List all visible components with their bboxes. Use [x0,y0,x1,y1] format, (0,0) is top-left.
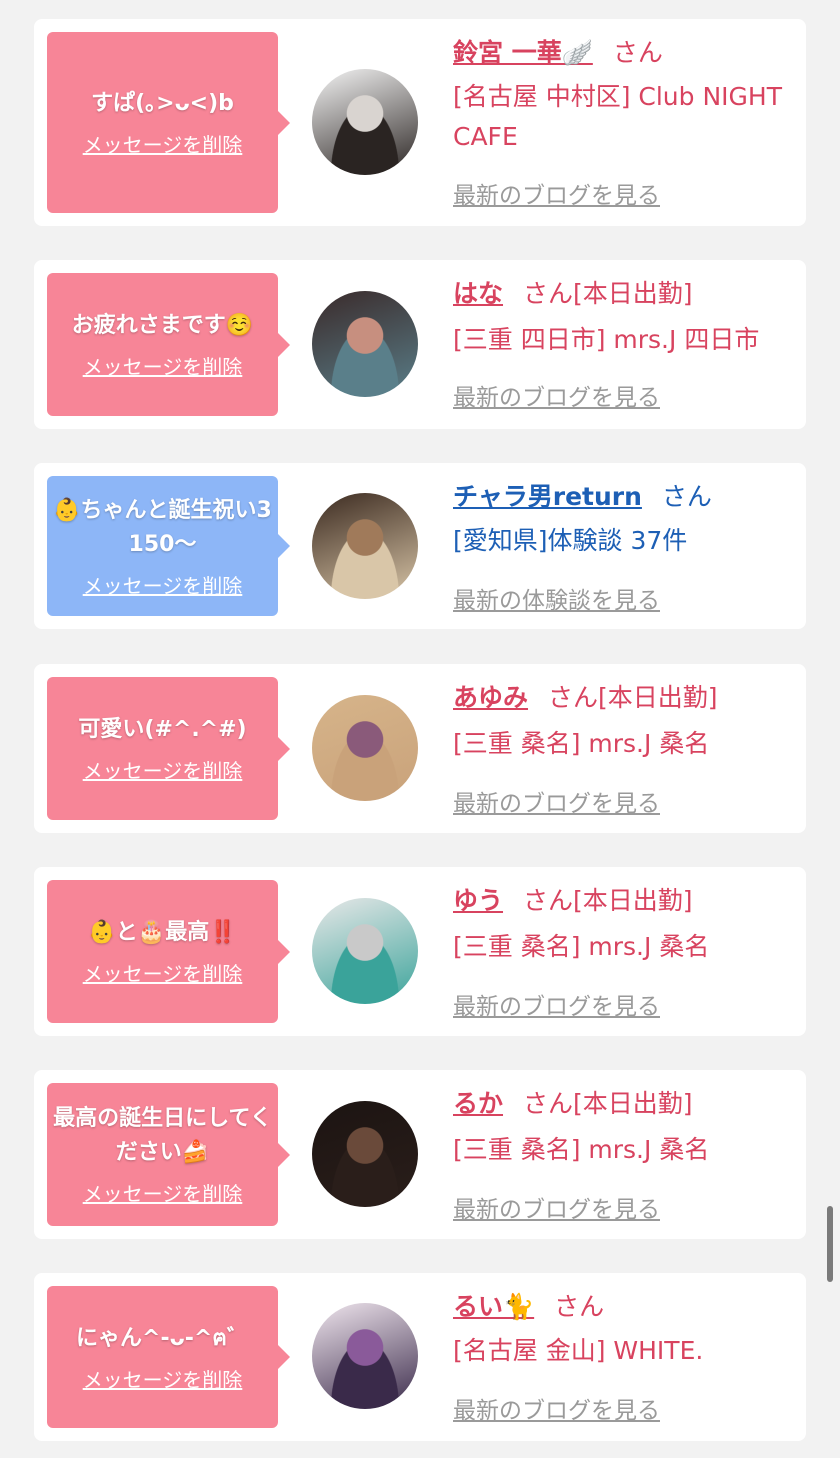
name-line: チャラ男return さん [453,477,786,517]
name-line: はな さん[本日出勤] [453,274,786,314]
shop-info: [三重 桑名] mrs.J 桑名 [453,1135,710,1164]
message-card: 👶と🎂最高‼️ メッセージを削除 ゆう さん[本日出勤] [三重 桑名] mrs.… [34,867,806,1036]
shop-info: [三重 桑名] mrs.J 桑名 [453,932,710,961]
message-card: 👶ちゃんと誕生祝い3150〜 メッセージを削除 チャラ男return さん [愛知… [34,463,806,629]
latest-blog-link[interactable]: 最新の体験談を見る [453,581,660,615]
name-line: るい🐈 さん [453,1287,786,1327]
cast-name-link[interactable]: あゆみ [453,683,528,712]
latest-blog-link[interactable]: 最新のブログを見る [453,378,660,412]
name-suffix: さん [661,482,712,511]
delete-message-link[interactable]: メッセージを削除 [83,351,243,380]
delete-message-link[interactable]: メッセージを削除 [83,755,243,784]
woman-heart-icon[interactable] [312,1101,418,1207]
shop-info: [三重 四日市] mrs.J 四日市 [453,325,760,354]
scrollbar[interactable] [827,1206,833,1282]
shop-info: [三重 桑名] mrs.J 桑名 [453,729,710,758]
shop-info: [名古屋 金山] WHITE. [453,1336,704,1365]
woman-mirror-icon[interactable] [312,1303,418,1409]
name-line: 鈴宮 一華🪽 さん [453,33,786,73]
latest-blog-link[interactable]: 最新のブログを見る [453,784,660,818]
message-text: お疲れさまです☺️ [71,313,254,338]
shop-info: [名古屋 中村区] Club NIGHT CAFE [453,82,782,151]
name-suffix: さん [554,1292,605,1321]
name-line: ゆう さん[本日出勤] [453,881,786,921]
cast-name-link[interactable]: チャラ男return [453,482,642,511]
latest-blog-link[interactable]: 最新のブログを見る [453,1391,660,1425]
delete-message-link[interactable]: メッセージを削除 [83,1178,243,1207]
delete-message-link[interactable]: メッセージを削除 [83,1364,243,1393]
cast-info: るか さん[本日出勤] [三重 桑名] mrs.J 桑名 最新のブログを見る [453,1084,786,1239]
cast-name-link[interactable]: ゆう [453,886,503,915]
cast-info: あゆみ さん[本日出勤] [三重 桑名] mrs.J 桑名 最新のブログを見る [453,678,786,833]
message-card: 可愛い(#^.^#) メッセージを削除 あゆみ さん[本日出勤] [三重 桑名] … [34,664,806,833]
delete-message-link[interactable]: メッセージを削除 [83,570,243,599]
cast-info: 鈴宮 一華🪽 さん [名古屋 中村区] Club NIGHT CAFE 最新のブロ… [453,33,786,226]
latest-blog-link[interactable]: 最新のブログを見る [453,1190,660,1224]
delete-message-link[interactable]: メッセージを削除 [83,958,243,987]
message-text: 👶と🎂最高‼️ [88,920,237,945]
delete-message-link[interactable]: メッセージを削除 [83,129,243,158]
cast-name-link[interactable]: るい🐈 [453,1292,534,1321]
name-suffix: さん [612,38,663,67]
message-card: にゃん^-ᴗ-^ฅ゛ メッセージを削除 るい🐈 さん [名古屋 金山] WHITE… [34,1273,806,1441]
message-text: 可愛い(#^.^#) [78,717,247,742]
shop-info: [愛知県]体験談 37件 [453,526,688,555]
message-bubble: 👶ちゃんと誕生祝い3150〜 メッセージを削除 [47,476,290,616]
cast-name-link[interactable]: はな [453,279,503,308]
cast-info: るい🐈 さん [名古屋 金山] WHITE. 最新のブログを見る [453,1287,786,1441]
name-suffix: さん[本日出勤] [523,279,693,308]
message-bubble: すぱ(｡>ᴗ<)b メッセージを削除 [47,32,290,213]
cast-name-link[interactable]: るか [453,1089,503,1118]
name-suffix: さん[本日出勤] [548,683,718,712]
message-bubble: 最高の誕生日にしてください🍰 メッセージを削除 [47,1083,290,1226]
latest-blog-link[interactable]: 最新のブログを見る [453,176,660,210]
message-card: 最高の誕生日にしてください🍰 メッセージを削除 るか さん[本日出勤] [三重 桑… [34,1070,806,1239]
woman-flowers-icon[interactable] [312,695,418,801]
message-bubble: にゃん^-ᴗ-^ฅ゛ メッセージを削除 [47,1286,290,1428]
message-card: すぱ(｡>ᴗ<)b メッセージを削除 鈴宮 一華🪽 さん [名古屋 中村区] Cl… [34,19,806,226]
woman-selfie-icon[interactable] [312,291,418,397]
name-line: るか さん[本日出勤] [453,1084,786,1124]
name-suffix: さん[本日出勤] [523,886,693,915]
message-bubble: お疲れさまです☺️ メッセージを削除 [47,273,290,416]
name-suffix: さん[本日出勤] [523,1089,693,1118]
cast-info: はな さん[本日出勤] [三重 四日市] mrs.J 四日市 最新のブログを見る [453,274,786,429]
cafe-photo-icon[interactable] [312,493,418,599]
message-bubble: 👶と🎂最高‼️ メッセージを削除 [47,880,290,1023]
message-text: 👶ちゃんと誕生祝い3150〜 [53,497,272,557]
cast-name-link[interactable]: 鈴宮 一華🪽 [453,38,593,67]
message-text: にゃん^-ᴗ-^ฅ゛ [76,1325,249,1351]
message-card: お疲れさまです☺️ メッセージを削除 はな さん[本日出勤] [三重 四日市] m… [34,260,806,429]
message-text: すぱ(｡>ᴗ<)b [91,91,234,116]
woman-portrait-icon[interactable] [312,69,418,175]
latest-blog-link[interactable]: 最新のブログを見る [453,987,660,1021]
cast-info: ゆう さん[本日出勤] [三重 桑名] mrs.J 桑名 最新のブログを見る [453,881,786,1036]
name-line: あゆみ さん[本日出勤] [453,678,786,718]
cast-info: チャラ男return さん [愛知県]体験談 37件 最新の体験談を見る [453,477,786,629]
angel-figurine-icon[interactable] [312,898,418,1004]
message-bubble: 可愛い(#^.^#) メッセージを削除 [47,677,290,820]
message-text: 最高の誕生日にしてください🍰 [53,1106,272,1165]
